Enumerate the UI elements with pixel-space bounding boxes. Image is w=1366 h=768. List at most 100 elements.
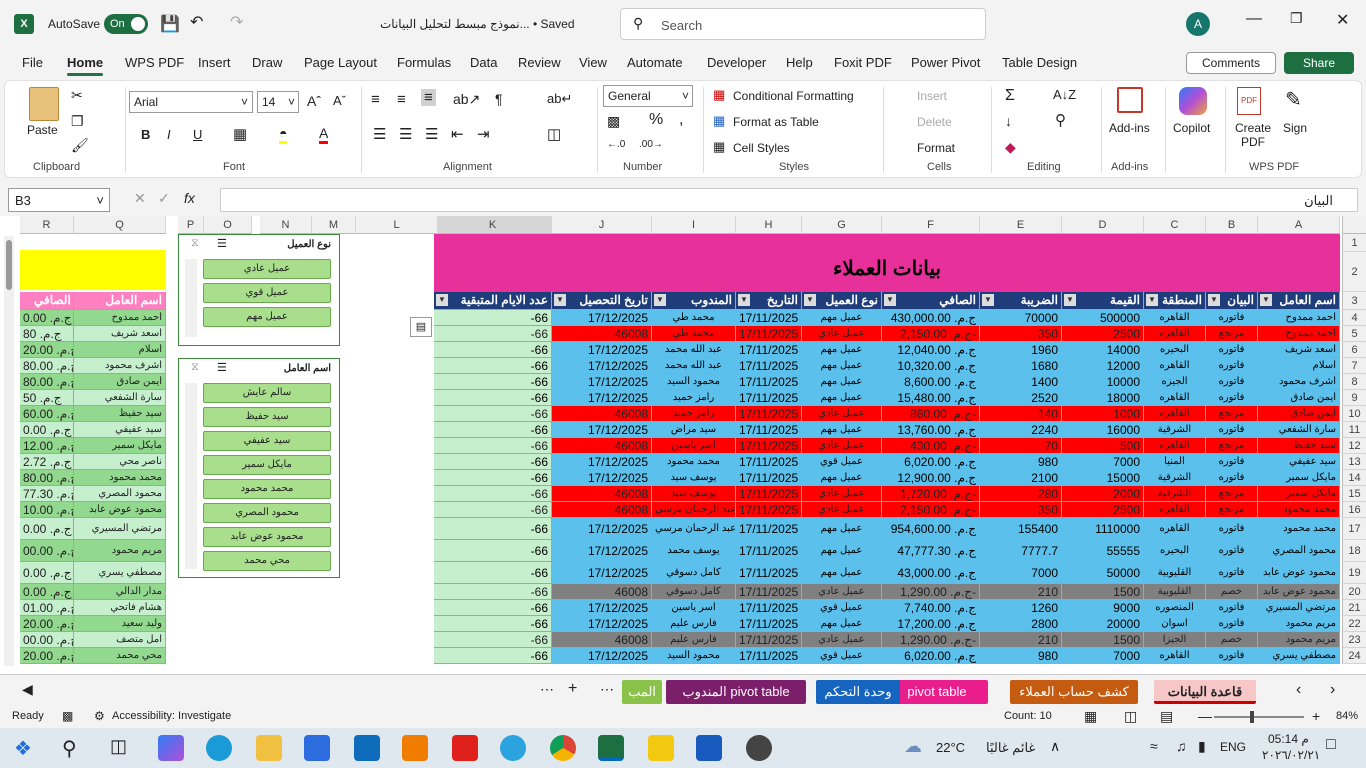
table-cell[interactable]: عميل عادي — [802, 326, 882, 342]
undo-icon[interactable]: ↶ — [190, 12, 203, 32]
menu-draw[interactable]: Draw — [252, 55, 282, 70]
normal-view-icon[interactable]: ▦ — [1084, 708, 1097, 725]
table-cell[interactable]: فاتوره — [1206, 616, 1258, 632]
clear-filter-icon[interactable]: ⧖ — [191, 237, 199, 250]
row-header[interactable]: 7 — [1342, 358, 1366, 374]
table-cell[interactable]: 1500 — [1062, 584, 1144, 600]
table-cell[interactable]: ايمن صادق — [1258, 390, 1340, 406]
confirm-entry-icon[interactable]: ✓ — [158, 190, 170, 207]
table-cell[interactable]: 46008 — [552, 502, 652, 518]
table-cell[interactable]: عميل مهم — [802, 342, 882, 358]
table-header-cell[interactable]: القيمة ▼ — [1062, 292, 1144, 310]
left-header-cell[interactable]: الصافي — [20, 292, 74, 310]
table-cell[interactable]: 17/11/2025 — [736, 562, 802, 584]
table-cell[interactable]: 17/12/2025 — [552, 422, 652, 438]
left-cell[interactable]: ج.م. 0.00 — [20, 422, 74, 438]
table-cell[interactable]: ج.م. 8,600.00 — [882, 374, 980, 390]
table-header-cell[interactable]: عدد الايام المتبقية ▼ — [434, 292, 552, 310]
row-header[interactable]: 11 — [1342, 422, 1366, 438]
doc-title[interactable]: نموذج مبسط لتحليل البيانات... • Saved — [380, 17, 575, 31]
scroll-left-icon[interactable]: ◀ — [22, 681, 33, 698]
clear-filter-icon[interactable]: ⧖ — [191, 361, 199, 374]
left-cell[interactable]: ج.م. 0.00 — [20, 518, 74, 540]
table-cell[interactable]: فاتوره — [1206, 422, 1258, 438]
table-cell[interactable]: -66 — [434, 342, 552, 358]
menu-foxit-pdf[interactable]: Foxit PDF — [834, 55, 892, 70]
multi-select-icon[interactable]: ☰ — [217, 361, 227, 374]
table-cell[interactable]: ايمن صادق — [1258, 406, 1340, 422]
table-cell[interactable]: فاتوره — [1206, 600, 1258, 616]
volume-icon[interactable]: ♫ — [1176, 738, 1187, 754]
table-header-cell[interactable]: نوع العميل ▼ — [802, 292, 882, 310]
column-header[interactable]: Q — [74, 216, 166, 234]
table-cell[interactable]: ج.م. 6,020.00 — [882, 648, 980, 664]
table-header-cell[interactable]: التاريخ ▼ — [736, 292, 802, 310]
table-cell[interactable]: 17/12/2025 — [552, 358, 652, 374]
table-cell[interactable]: 46008 — [552, 584, 652, 600]
comma-icon[interactable]: , — [679, 111, 683, 129]
filter-dropdown-icon[interactable]: ▼ — [738, 294, 750, 306]
table-cell[interactable]: خصم — [1206, 632, 1258, 648]
table-cell[interactable]: 17/12/2025 — [552, 390, 652, 406]
table-cell[interactable]: سيد عفيفي — [1258, 454, 1340, 470]
table-cell[interactable]: 9000 — [1062, 600, 1144, 616]
slicer-item[interactable]: مايكل سمير — [203, 455, 331, 475]
table-cell[interactable]: -66 — [434, 632, 552, 648]
delete-cells-button[interactable]: Delete — [917, 115, 952, 129]
slicer-item[interactable]: محمد محمود — [203, 479, 331, 499]
row-header[interactable]: 17 — [1342, 518, 1366, 540]
page-layout-icon[interactable]: ◫ — [1124, 708, 1137, 725]
table-header-cell[interactable]: اسم العامل ▼ — [1258, 292, 1340, 310]
table-cell[interactable]: خصم — [1206, 584, 1258, 600]
table-cell[interactable]: 17/11/2025 — [736, 374, 802, 390]
indent-decrease-icon[interactable]: ⇤ — [451, 125, 464, 143]
left-cell[interactable]: مايكل سمير — [74, 438, 166, 454]
clock-date[interactable]: ٢٠٢٦/٠٢/٢١ — [1262, 748, 1320, 762]
table-cell[interactable]: فاتوره — [1206, 540, 1258, 562]
table-cell[interactable]: عميل مهم — [802, 390, 882, 406]
left-cell[interactable]: محمد محمود — [74, 470, 166, 486]
table-cell[interactable]: -66 — [434, 540, 552, 562]
number-format-select[interactable]: General ˅ — [603, 85, 693, 107]
table-cell[interactable]: ج.م. 17,200.00 — [882, 616, 980, 632]
table-cell[interactable]: 46008 — [552, 406, 652, 422]
column-header[interactable]: L — [356, 216, 438, 234]
excel-taskbar-icon[interactable] — [598, 735, 624, 761]
table-cell[interactable]: ج.م. 12,040.00 — [882, 342, 980, 358]
table-cell[interactable]: 2100 — [980, 470, 1062, 486]
powerbi-icon[interactable] — [648, 735, 674, 761]
table-cell[interactable]: ج.م. 43,000.00 — [882, 562, 980, 584]
more-sheets-icon[interactable]: ⋯ — [540, 681, 554, 698]
row-header[interactable]: 19 — [1342, 562, 1366, 584]
bold-button[interactable]: B — [141, 127, 150, 142]
column-header[interactable]: R — [20, 216, 74, 234]
slicer-item[interactable]: عميل مهم — [203, 307, 331, 327]
tray-chevron-icon[interactable]: ∧ — [1050, 738, 1060, 755]
column-header[interactable]: F — [882, 216, 980, 234]
table-cell[interactable]: اسعد شريف — [1258, 342, 1340, 358]
addins-button[interactable]: Add-ins — [1109, 121, 1150, 135]
table-cell[interactable]: -66 — [434, 374, 552, 390]
table-cell[interactable]: 7777.7 — [980, 540, 1062, 562]
table-cell[interactable]: سارة الشفعي — [1258, 422, 1340, 438]
align-center-icon[interactable]: ☰ — [399, 125, 412, 143]
table-cell[interactable]: عميل قوي — [802, 600, 882, 616]
left-cell[interactable]: ج.م. 80.00 — [20, 374, 74, 390]
table-cell[interactable]: -66 — [434, 648, 552, 664]
column-header[interactable]: H — [736, 216, 802, 234]
column-header[interactable]: O — [204, 216, 252, 234]
merge-icon[interactable]: ◫ — [547, 125, 561, 143]
increase-decimal-icon[interactable]: ←.0 — [607, 139, 625, 150]
table-cell[interactable]: مريم محمود — [1258, 616, 1340, 632]
table-cell[interactable]: 7000 — [980, 562, 1062, 584]
column-header[interactable]: A — [1258, 216, 1340, 234]
menu-home[interactable]: Home — [67, 55, 104, 76]
table-header-cell[interactable]: الصافي ▼ — [882, 292, 980, 310]
wifi-icon[interactable]: ≈ — [1150, 738, 1158, 754]
pdf-icon[interactable]: PDF — [1237, 87, 1261, 115]
multi-select-icon[interactable]: ☰ — [217, 237, 227, 250]
scroll-thumb[interactable] — [6, 240, 12, 290]
table-cell[interactable]: 17/11/2025 — [736, 422, 802, 438]
fill-color-icon[interactable]: ◓ — [279, 125, 288, 144]
table-cell[interactable]: 46008 — [552, 486, 652, 502]
